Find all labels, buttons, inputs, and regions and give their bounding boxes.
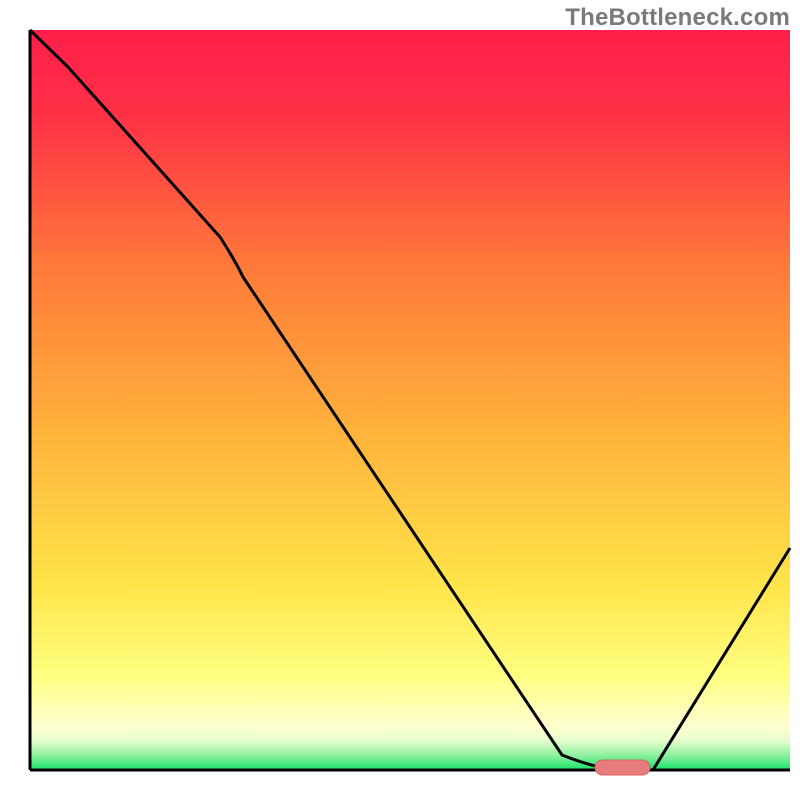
gradient-background bbox=[30, 30, 790, 770]
chart-container: TheBottleneck.com bbox=[0, 0, 800, 800]
plot-area bbox=[30, 30, 790, 775]
bottleneck-chart bbox=[0, 0, 800, 800]
optimal-point-marker bbox=[595, 760, 650, 775]
watermark-text: TheBottleneck.com bbox=[565, 4, 790, 32]
